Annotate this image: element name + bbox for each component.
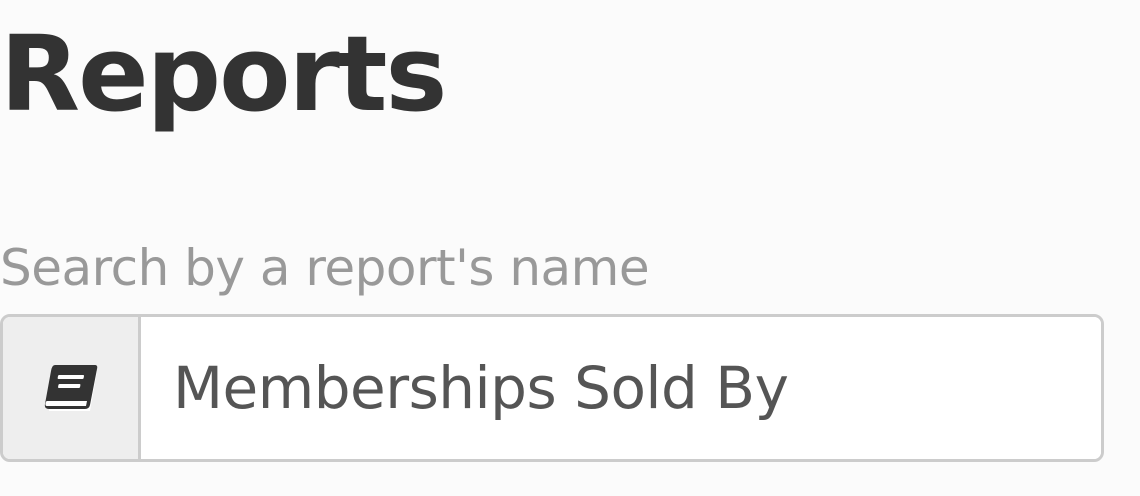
search-addon [3,317,141,459]
book-icon [44,365,97,411]
report-search-input[interactable] [141,317,1101,459]
report-search-group [0,314,1104,462]
page-title: Reports [0,13,447,135]
search-label: Search by a report's name [0,239,650,297]
